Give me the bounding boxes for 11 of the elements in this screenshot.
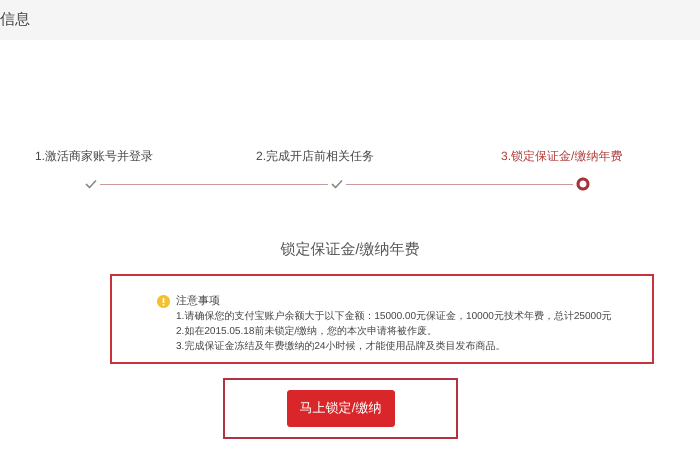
- step-label: 3.锁定保证金/缴纳年费: [501, 148, 622, 165]
- warning-icon: [157, 294, 170, 308]
- step-label: 2.完成开店前相关任务: [256, 148, 374, 165]
- notice-text: 3.完成保证金冻结及年费缴纳的24小时候，才能使用品牌及类目发布商品。: [176, 340, 506, 354]
- page-title: 信息: [0, 10, 30, 30]
- step-label: 1.激活商家账号并登录: [35, 148, 154, 165]
- notice-heading: 注意事项: [176, 294, 220, 308]
- section-title: 锁定保证金/缴纳年费: [280, 240, 420, 260]
- notice-text: 1.请确保您的支付宝账户余额大于以下金额：15000.00元保证金，10000元技术年费，总计25000元: [176, 310, 613, 324]
- notice-text: 2.如在2015.05.18前未锁定/缴纳，您的本次申请将被作废。: [176, 324, 438, 338]
- lock-pay-button[interactable]: 马上锁定/缴纳: [286, 390, 394, 426]
